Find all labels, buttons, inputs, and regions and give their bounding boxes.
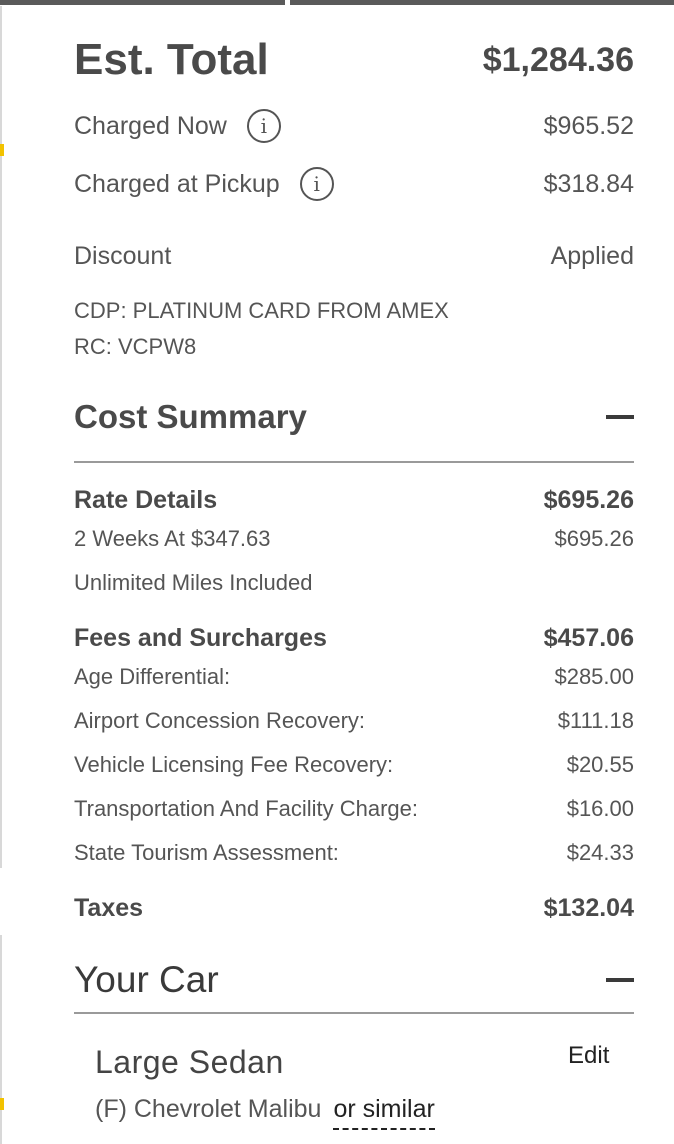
section-divider <box>74 461 634 463</box>
fee-line-value: $285.00 <box>554 664 634 689</box>
est-total-value: $1,284.36 <box>482 40 634 79</box>
car-class-name: Large Sedan <box>95 1044 284 1080</box>
fee-line-row: Transportation And Facility Charge: $16.… <box>74 794 634 824</box>
discount-row: Discount Applied <box>74 238 634 274</box>
rate-details-label: Rate Details <box>74 485 218 514</box>
rate-line-row: 2 Weeks At $347.63 $695.26 <box>74 524 634 554</box>
charged-now-label: Charged Now <box>74 111 227 140</box>
est-total-row: Est. Total $1,284.36 <box>74 34 634 86</box>
rate-line-label: 2 Weeks At $347.63 <box>74 526 271 551</box>
panel-edge <box>0 6 2 868</box>
rc-code: RC: VCPW8 <box>74 334 197 359</box>
fee-line-value: $20.55 <box>566 752 634 777</box>
taxes-label: Taxes <box>74 893 144 922</box>
car-model-line: (F) Chevrolet Malibu or similar <box>95 1095 435 1130</box>
fee-line-row: Age Differential: $285.00 <box>74 662 634 692</box>
taxes-row: Taxes $132.04 <box>74 892 634 924</box>
fees-value: $457.06 <box>543 623 634 652</box>
your-car-title: Your Car <box>74 959 219 1000</box>
charged-pickup-label: Charged at Pickup <box>74 169 280 198</box>
fees-label: Fees and Surcharges <box>74 623 327 652</box>
section-divider <box>74 1012 634 1014</box>
fee-line-row: Vehicle Licensing Fee Recovery: $20.55 <box>74 750 634 780</box>
est-total-label: Est. Total <box>74 35 269 84</box>
info-icon[interactable]: i <box>246 109 281 143</box>
your-car-header[interactable]: Your Car <box>74 956 634 1004</box>
fee-line-row: State Tourism Assessment: $24.33 <box>74 838 634 868</box>
fee-line-label: Age Differential: <box>74 664 231 689</box>
taxes-value: $132.04 <box>543 893 634 922</box>
fees-row: Fees and Surcharges $457.06 <box>74 622 634 654</box>
charged-pickup-value: $318.84 <box>543 169 634 198</box>
top-progress-bar <box>0 0 674 6</box>
rate-details-value: $695.26 <box>543 485 634 514</box>
accent-marker <box>0 1098 4 1110</box>
rate-details-row: Rate Details $695.26 <box>74 484 634 516</box>
or-similar-link[interactable]: or similar <box>333 1095 435 1130</box>
cost-summary-header[interactable]: Cost Summary <box>74 394 634 440</box>
collapse-minus-icon[interactable] <box>606 978 634 982</box>
cost-summary-title: Cost Summary <box>74 398 307 435</box>
fee-line-value: $24.33 <box>566 840 634 865</box>
fee-line-label: Transportation And Facility Charge: <box>74 796 419 821</box>
progress-segment <box>0 0 285 5</box>
fee-line-label: Airport Concession Recovery: <box>74 708 366 733</box>
fee-line-value: $16.00 <box>566 796 634 821</box>
fee-line-value: $111.18 <box>557 708 634 733</box>
unlimited-miles-row: Unlimited Miles Included <box>74 568 634 598</box>
edit-car-link[interactable]: Edit <box>568 1042 609 1070</box>
progress-segment <box>290 0 674 5</box>
unlimited-miles-text: Unlimited Miles Included <box>74 570 313 595</box>
collapse-minus-icon[interactable] <box>606 415 634 419</box>
fee-line-row: Airport Concession Recovery: $111.18 <box>74 706 634 736</box>
info-icon[interactable]: i <box>299 167 334 201</box>
charged-pickup-row: Charged at Pickup i $318.84 <box>74 164 634 204</box>
car-model-name: (F) Chevrolet Malibu <box>95 1095 322 1123</box>
discount-value: Applied <box>550 241 634 270</box>
charged-now-value: $965.52 <box>543 111 634 140</box>
charged-now-row: Charged Now i $965.52 <box>74 106 634 146</box>
discount-label: Discount <box>74 241 172 270</box>
cdp-code: CDP: PLATINUM CARD FROM AMEX <box>74 298 449 323</box>
fee-line-label: Vehicle Licensing Fee Recovery: <box>74 752 394 777</box>
accent-marker <box>0 144 4 156</box>
fee-line-label: State Tourism Assessment: <box>74 840 339 865</box>
rate-line-value: $695.26 <box>554 526 634 551</box>
panel-edge <box>0 935 2 1144</box>
